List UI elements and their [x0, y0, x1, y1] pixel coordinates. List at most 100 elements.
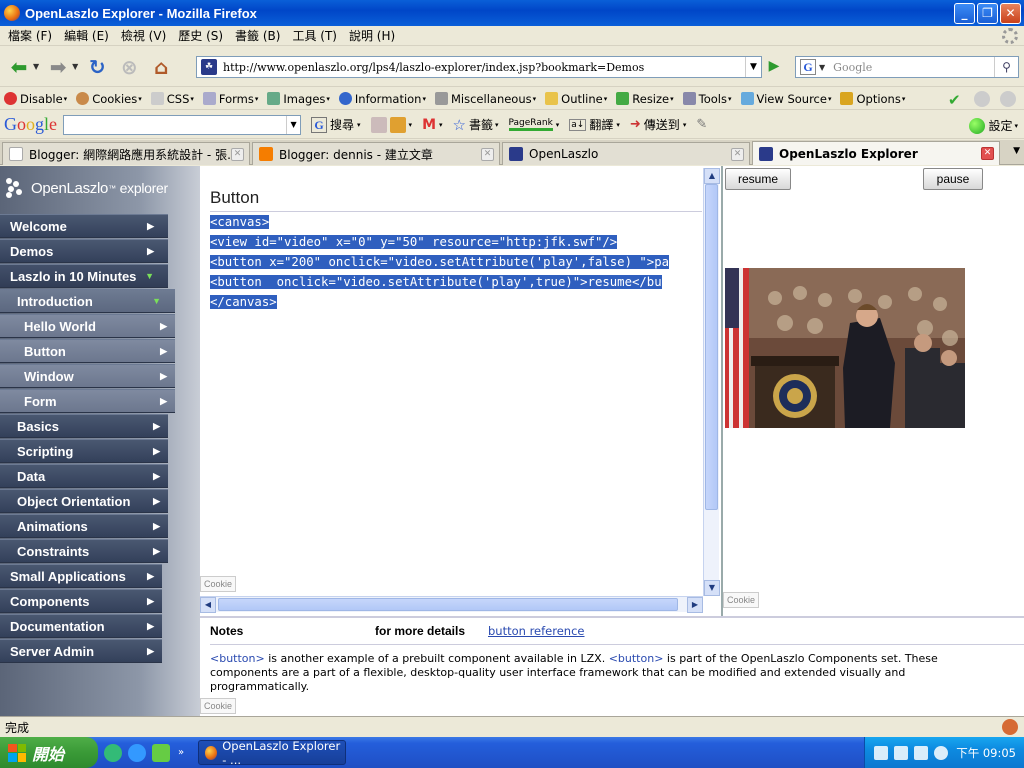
dev-cookies[interactable]: Cookies ▾: [76, 92, 142, 106]
nav-small-applications[interactable]: Small Applications ▶: [0, 564, 162, 588]
nav-basics[interactable]: Basics ▶: [0, 414, 168, 438]
menu-file[interactable]: 檔案 (F): [4, 27, 60, 44]
pagerank-indicator[interactable]: PageRank ▾: [508, 118, 559, 131]
dev-disable[interactable]: Disable ▾: [4, 92, 67, 106]
google-bookmarks-button[interactable]: ☆ 書籤 ▾: [453, 116, 499, 134]
scroll-left-icon[interactable]: ◀: [200, 597, 216, 613]
stop-button[interactable]: ⊗: [116, 54, 142, 80]
code-line[interactable]: <button x="200" onclick="video.setAttrib…: [210, 252, 702, 272]
button-reference-link[interactable]: button reference: [488, 624, 585, 638]
send-to-button[interactable]: ➜ 傳送到 ▾: [630, 116, 686, 133]
tab-close-icon[interactable]: ✕: [481, 148, 494, 161]
back-button[interactable]: ⬅: [6, 54, 32, 80]
tab-close-icon[interactable]: ✕: [981, 147, 994, 160]
dev-outline[interactable]: Outline ▾: [545, 92, 607, 106]
code-vertical-scrollbar[interactable]: ▲ ▼: [703, 168, 720, 596]
url-bar[interactable]: ☘ http://www.openlaszlo.org/lps4/laszlo-…: [196, 56, 762, 78]
maximize-button[interactable]: ❐: [977, 3, 998, 24]
google-dropdown-icon[interactable]: ▼: [286, 115, 300, 134]
resume-button[interactable]: resume: [725, 168, 791, 190]
menu-bookmarks[interactable]: 書籤 (B): [231, 27, 288, 44]
help-icon[interactable]: [894, 745, 909, 760]
nav-data[interactable]: Data ▶: [0, 464, 168, 488]
checkmark-icon[interactable]: ✔: [948, 91, 964, 109]
nav-constraints[interactable]: Constraints ▶: [0, 539, 168, 563]
status-extension-icon[interactable]: [1002, 719, 1018, 735]
google-logo[interactable]: Google: [4, 114, 57, 135]
scrollbar-thumb[interactable]: [705, 184, 718, 510]
code-text[interactable]: <button onclick="video.setAttribute('pla…: [210, 275, 662, 289]
nav-button[interactable]: Button ▶: [0, 339, 175, 363]
dev-forms[interactable]: Forms ▾: [202, 92, 258, 106]
search-box[interactable]: G ▼ Google ⚲: [795, 56, 1019, 78]
code-line[interactable]: <view id="video" x="0" y="50" resource="…: [210, 232, 702, 252]
menu-view[interactable]: 檢視 (V): [117, 27, 174, 44]
network-icon[interactable]: [914, 745, 929, 760]
nav-documentation[interactable]: Documentation ▶: [0, 614, 162, 638]
google-tool-button[interactable]: ▾: [370, 116, 412, 133]
dev-options[interactable]: Options ▾: [840, 92, 905, 106]
code-editor[interactable]: <canvas> <view id="video" x="0" y="50" r…: [210, 211, 702, 596]
google-search-button[interactable]: G 搜尋 ▾: [311, 116, 361, 133]
search-placeholder[interactable]: Google: [833, 61, 872, 74]
code-text[interactable]: <canvas>: [210, 215, 270, 229]
nav-hello-world[interactable]: Hello World ▶: [0, 314, 175, 338]
tab-close-icon[interactable]: ✕: [731, 148, 744, 161]
nav-scripting[interactable]: Scripting ▶: [0, 439, 168, 463]
pause-button[interactable]: pause: [923, 168, 983, 190]
tab-blogger-dennis[interactable]: Blogger: dennis - 建立文章 ✕: [252, 142, 500, 165]
menu-tools[interactable]: 工具 (T): [288, 27, 345, 44]
nav-laszlo-in-10-minutes[interactable]: Laszlo in 10 Minutes ▼: [0, 264, 168, 288]
dev-information[interactable]: Information ▾: [338, 92, 426, 106]
home-button[interactable]: ⌂: [148, 54, 174, 80]
quicklaunch-desktop-icon[interactable]: [104, 743, 122, 762]
taskbar-firefox-item[interactable]: OpenLaszlo Explorer - ...: [198, 739, 346, 767]
tab-openlaszlo-explorer[interactable]: OpenLaszlo Explorer ✕: [752, 141, 1000, 165]
menu-edit[interactable]: 編輯 (E): [60, 27, 117, 44]
menu-help[interactable]: 說明 (H): [345, 27, 403, 44]
nav-window[interactable]: Window ▶: [0, 364, 175, 388]
go-button[interactable]: ▶: [764, 58, 784, 76]
code-line[interactable]: </canvas>: [210, 292, 702, 312]
dev-miscellaneous[interactable]: Miscellaneous ▾: [435, 92, 536, 106]
nav-welcome[interactable]: Welcome ▶: [0, 214, 168, 238]
code-text[interactable]: <view id="video" x="0" y="50" resource="…: [210, 235, 618, 249]
quicklaunch-messenger-icon[interactable]: [152, 743, 170, 762]
code-text[interactable]: <button x="200" onclick="video.setAttrib…: [210, 255, 670, 269]
scroll-down-icon[interactable]: ▼: [704, 580, 720, 596]
tray-expand-icon[interactable]: [934, 745, 949, 760]
start-button[interactable]: 開始: [0, 737, 98, 768]
scrollbar-thumb[interactable]: [218, 598, 678, 611]
dev-tools[interactable]: Tools ▾: [682, 92, 732, 106]
scroll-right-icon[interactable]: ▶: [687, 597, 703, 613]
nav-components[interactable]: Components ▶: [0, 589, 162, 613]
google-settings-button[interactable]: 設定 ▾: [969, 117, 1018, 134]
google-search-input[interactable]: ▼: [63, 114, 302, 135]
dev-images[interactable]: Images ▾: [267, 92, 330, 106]
nav-animations[interactable]: Animations ▶: [0, 514, 168, 538]
keyboard-icon[interactable]: [874, 745, 889, 760]
google-engine-icon[interactable]: G: [800, 59, 816, 75]
status-circle-icon[interactable]: [1000, 91, 1016, 107]
url-dropdown-icon[interactable]: ▼: [745, 57, 761, 77]
nav-object-orientation[interactable]: Object Orientation ▶: [0, 489, 168, 513]
gmail-button[interactable]: M ▾: [422, 117, 442, 133]
forward-button[interactable]: ➡: [45, 54, 71, 80]
back-dropdown-icon[interactable]: ▼: [33, 62, 39, 71]
nav-server-admin[interactable]: Server Admin ▶: [0, 639, 162, 663]
engine-dropdown-icon[interactable]: ▼: [819, 63, 825, 72]
translate-button[interactable]: a↓ 翻譯 ▾: [569, 116, 620, 133]
reload-button[interactable]: ↻: [84, 54, 110, 80]
minimize-button[interactable]: _: [954, 3, 975, 24]
dev-resize[interactable]: Resize ▾: [616, 92, 674, 106]
forward-dropdown-icon[interactable]: ▼: [72, 62, 78, 71]
code-line[interactable]: <button onclick="video.setAttribute('pla…: [210, 272, 702, 292]
code-text[interactable]: </canvas>: [210, 295, 277, 309]
nav-demos[interactable]: Demos ▶: [0, 239, 168, 263]
pencil-button[interactable]: ✎: [696, 117, 707, 132]
code-horizontal-scrollbar[interactable]: ◀ ▶: [200, 596, 703, 613]
menu-history[interactable]: 歷史 (S): [174, 27, 231, 44]
search-icon[interactable]: ⚲: [994, 57, 1018, 77]
status-circle-icon[interactable]: [974, 91, 990, 107]
tab-openlaszlo[interactable]: OpenLaszlo ✕: [502, 142, 750, 165]
